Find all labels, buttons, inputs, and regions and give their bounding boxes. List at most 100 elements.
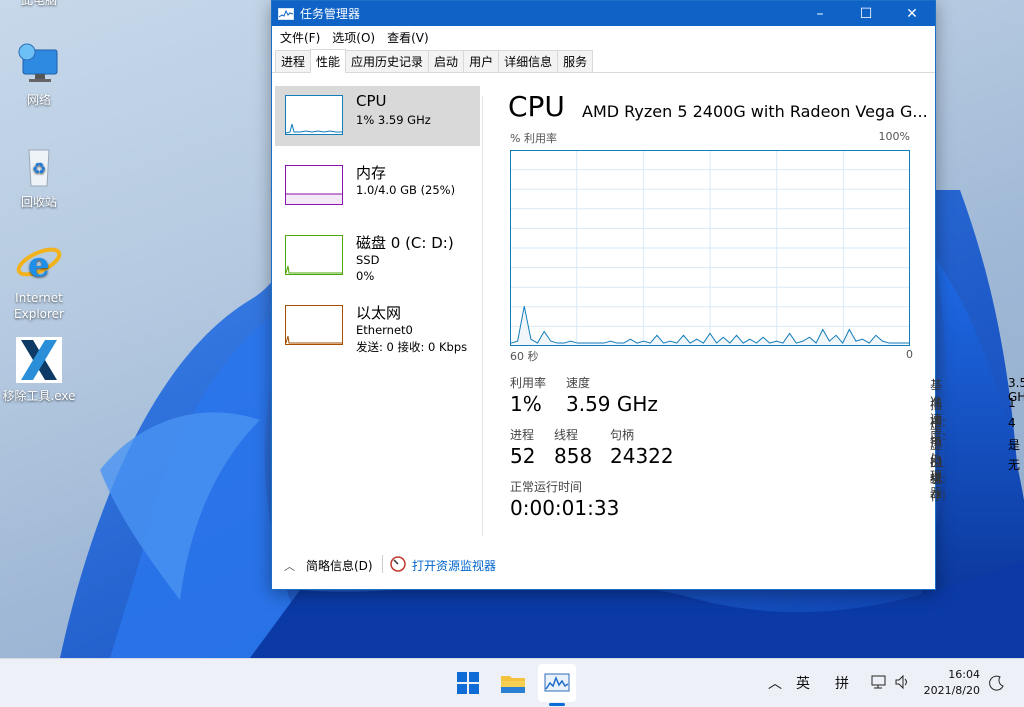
fewer-details-link[interactable]: 简略信息(D) xyxy=(306,557,373,574)
window-title: 任务管理器 xyxy=(300,7,361,21)
stat-value: 52 xyxy=(510,444,536,468)
stat-label: 线程 xyxy=(554,428,579,442)
y-axis-label: % 利用率 xyxy=(510,132,557,145)
cpu-usage-graph xyxy=(510,150,910,346)
footer-bar: ︿ 简略信息(D) 打开资源监视器 xyxy=(272,544,935,588)
stat-value: 0:00:01:33 xyxy=(510,496,620,520)
stat-label: 速度 xyxy=(566,376,591,390)
stat-value: 3.59 GHz xyxy=(566,392,658,416)
clock-time: 16:04 xyxy=(948,668,980,681)
taskbar: ︿ 英 拼 16:04 2021/8/20 xyxy=(0,658,1024,707)
internet-explorer-icon: e xyxy=(15,238,63,286)
minimize-button[interactable]: – xyxy=(797,1,843,26)
menu-bar: 文件(F) 选项(O) 查看(V) xyxy=(272,26,935,48)
resource-name: 磁盘 0 (C: D:) xyxy=(356,234,454,252)
resource-name: CPU xyxy=(356,92,387,110)
spec-value: 4 xyxy=(1008,416,1016,430)
volume-icon[interactable] xyxy=(894,674,912,690)
task-manager-icon xyxy=(278,7,294,20)
chevron-up-icon[interactable]: ︿ xyxy=(284,558,295,574)
cpu-model: AMD Ryzen 5 2400G with Radeon Vega G... xyxy=(582,102,928,121)
clock[interactable]: 16:04 2021/8/20 xyxy=(924,667,980,699)
stat-label: 利用率 xyxy=(510,376,547,390)
recycle-bin-icon: ♻ xyxy=(15,142,63,190)
tab-services[interactable]: 服务 xyxy=(557,50,594,72)
stat-threads: 线程 858 xyxy=(554,426,592,468)
menu-view[interactable]: 查看(V) xyxy=(381,29,435,46)
file-explorer-icon[interactable] xyxy=(497,667,529,699)
spec-value: 无 xyxy=(1008,458,1021,472)
detail-title: CPU xyxy=(508,90,565,123)
network-status-icon[interactable] xyxy=(870,674,888,690)
stat-label: 句柄 xyxy=(610,428,635,442)
resource-detail-2: 0% xyxy=(356,269,375,283)
stat-value: 1% xyxy=(510,392,542,416)
x-axis-right: 0 xyxy=(906,348,913,361)
ethernet-thumbnail xyxy=(285,305,343,345)
desktop-icon-label: 网络 xyxy=(26,93,51,107)
desktop-icon-removal-tool[interactable]: 移除工具.exe xyxy=(1,336,77,404)
removal-tool-icon xyxy=(15,336,63,384)
menu-file[interactable]: 文件(F) xyxy=(274,29,326,46)
desktop-icon-computer[interactable]: 此电脑 xyxy=(1,0,77,8)
desktop-icon-label: 回收站 xyxy=(20,195,57,209)
memory-thumbnail xyxy=(285,165,343,205)
performance-panel: CPU 1% 3.59 GHz 内存 1.0/4.0 GB (25%) 磁盘 0… xyxy=(272,74,1024,544)
close-button[interactable]: ✕ xyxy=(889,1,935,26)
desktop-icon-label: Internet Explorer xyxy=(14,291,64,321)
svg-text:e: e xyxy=(28,245,50,285)
ime-mode[interactable]: 拼 xyxy=(835,673,849,693)
stat-value: 858 xyxy=(554,444,593,468)
title-bar[interactable]: 任务管理器 – ☐ ✕ xyxy=(272,1,935,26)
x-axis-left: 60 秒 xyxy=(510,350,539,363)
tab-performance[interactable]: 性能 xyxy=(310,49,347,73)
open-resource-monitor-link[interactable]: 打开资源监视器 xyxy=(412,557,496,574)
resource-item-cpu[interactable]: CPU 1% 3.59 GHz xyxy=(275,86,480,146)
stat-processes: 进程 52 xyxy=(510,426,535,468)
desktop-icon-label: 移除工具.exe xyxy=(2,389,76,403)
tab-startup[interactable]: 启动 xyxy=(428,50,465,72)
tab-users[interactable]: 用户 xyxy=(463,50,500,72)
maximize-button[interactable]: ☐ xyxy=(843,1,889,26)
network-icon xyxy=(15,40,63,88)
stat-handles: 句柄 24322 xyxy=(610,426,674,468)
resource-detail: SSD xyxy=(356,253,380,267)
resource-detail: Ethernet0 xyxy=(356,323,413,337)
chevron-up-icon[interactable]: ︿ xyxy=(768,673,782,693)
resource-detail-2: 发送: 0 接收: 0 Kbps xyxy=(356,340,468,354)
spec-value: 是 xyxy=(1008,438,1021,452)
resource-item-memory[interactable]: 内存 1.0/4.0 GB (25%) xyxy=(275,156,480,216)
notification-moon-icon[interactable] xyxy=(988,674,1006,692)
spec-label: L1 缓存: xyxy=(930,456,947,503)
stat-utilization: 利用率 1% xyxy=(510,374,546,416)
y-axis-max: 100% xyxy=(878,130,910,143)
resource-name: 内存 xyxy=(356,164,387,182)
tab-details[interactable]: 详细信息 xyxy=(498,50,559,72)
stat-speed: 速度 3.59 GHz xyxy=(566,374,658,416)
footer-separator xyxy=(382,555,383,573)
start-icon[interactable] xyxy=(452,667,484,699)
menu-options[interactable]: 选项(O) xyxy=(326,29,381,46)
desktop-icon-network[interactable]: 网络 xyxy=(1,40,77,108)
cpu-thumbnail xyxy=(285,95,343,135)
spec-value: 1 xyxy=(1008,396,1016,410)
resource-list: CPU 1% 3.59 GHz 内存 1.0/4.0 GB (25%) 磁盘 0… xyxy=(275,86,480,366)
resource-monitor-icon xyxy=(390,556,406,572)
tab-processes[interactable]: 进程 xyxy=(275,50,312,72)
desktop-icon-label: 此电脑 xyxy=(20,0,57,7)
resource-detail: 1% 3.59 GHz xyxy=(356,113,431,127)
stat-uptime: 正常运行时间 0:00:01:33 xyxy=(510,478,619,520)
resource-item-ethernet[interactable]: 以太网 Ethernet0 发送: 0 接收: 0 Kbps xyxy=(275,296,480,356)
desktop-icon-recycle-bin[interactable]: ♻ 回收站 xyxy=(1,142,77,210)
task-manager-window[interactable]: 任务管理器 – ☐ ✕ 文件(F) 选项(O) 查看(V) 进程 性能 应用历史… xyxy=(271,0,1024,590)
task-manager-taskbar-icon[interactable] xyxy=(541,667,573,699)
resource-item-disk[interactable]: 磁盘 0 (C: D:) SSD 0% xyxy=(275,226,480,286)
desktop-icon-internet-explorer[interactable]: e Internet Explorer xyxy=(1,238,77,322)
ime-language[interactable]: 英 xyxy=(796,673,810,693)
stat-label: 正常运行时间 xyxy=(510,480,583,494)
stat-value: 24322 xyxy=(610,444,674,468)
tab-strip: 进程 性能 应用历史记录 启动 用户 详细信息 服务 xyxy=(272,48,935,73)
tab-app-history[interactable]: 应用历史记录 xyxy=(345,50,430,72)
resource-detail: 1.0/4.0 GB (25%) xyxy=(356,183,456,197)
clock-date: 2021/8/20 xyxy=(923,684,980,697)
